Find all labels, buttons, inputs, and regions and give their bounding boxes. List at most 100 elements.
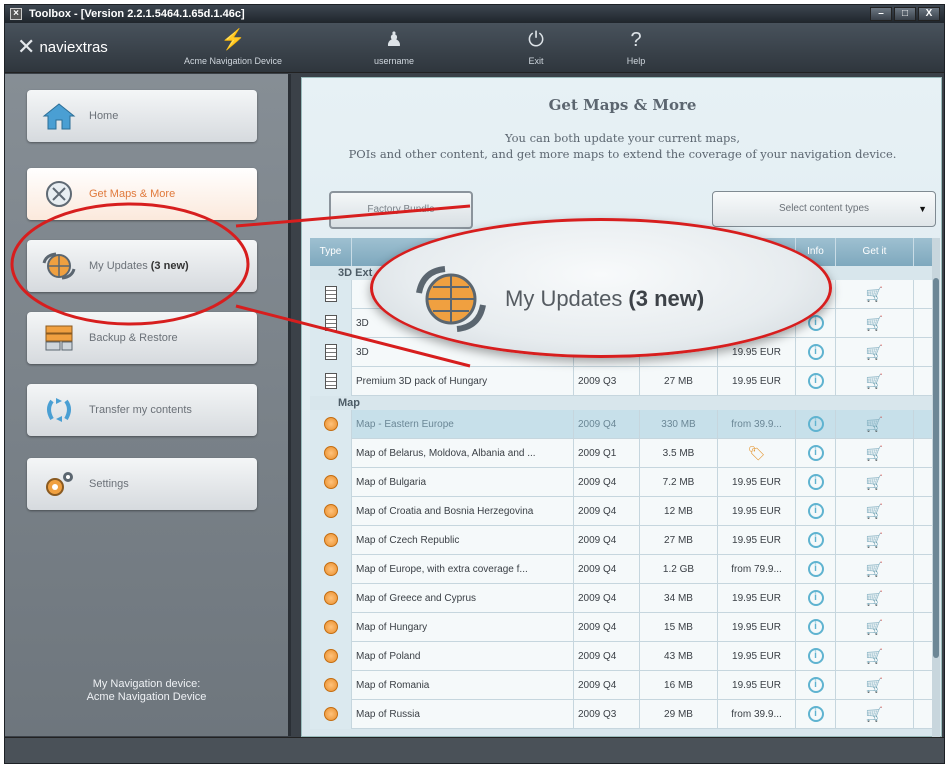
backup-icon	[37, 318, 81, 358]
cart-icon[interactable]: 🛒	[866, 280, 883, 309]
cart-icon[interactable]: 🛒	[866, 584, 883, 613]
row-version: 2009 Q4	[574, 467, 640, 497]
info-icon[interactable]: i	[807, 590, 824, 606]
table-row[interactable]: Map of Hungary 2009 Q4 15 MB 19.95 EUR i 🛒	[310, 612, 940, 642]
row-version: 2009 Q4	[574, 670, 640, 700]
table-row[interactable]: Map of Croatia and Bosnia Herzegovina 200…	[310, 496, 940, 526]
row-get-it[interactable]: 🛒	[836, 554, 914, 584]
row-get-it[interactable]: 🛒	[836, 699, 914, 729]
row-info[interactable]: i	[796, 337, 836, 367]
row-info[interactable]: i	[796, 409, 836, 439]
minimize-button[interactable]: –	[870, 7, 892, 21]
cart-icon[interactable]: 🛒	[866, 338, 883, 367]
row-size: 3.5 MB	[640, 438, 718, 468]
col-get-it[interactable]: Get it	[836, 238, 914, 266]
row-info[interactable]: i	[796, 438, 836, 468]
info-icon[interactable]: i	[807, 648, 824, 664]
table-row[interactable]: Map of Belarus, Moldova, Albania and ...…	[310, 438, 940, 468]
row-info[interactable]: i	[796, 525, 836, 555]
row-get-it[interactable]: 🛒	[836, 337, 914, 367]
row-info[interactable]: i	[796, 699, 836, 729]
row-info[interactable]: i	[796, 554, 836, 584]
cart-icon[interactable]: 🛒	[866, 468, 883, 497]
row-get-it[interactable]: 🛒	[836, 496, 914, 526]
info-icon[interactable]: i	[807, 677, 824, 693]
cart-icon[interactable]: 🛒	[866, 367, 883, 396]
user-button[interactable]: ♟ username	[359, 23, 429, 73]
info-icon[interactable]: i	[807, 344, 824, 360]
table-row[interactable]: Premium 3D pack of Hungary 2009 Q3 27 MB 19…	[310, 366, 940, 396]
cart-icon[interactable]: 🛒	[866, 526, 883, 555]
row-get-it[interactable]: 🛒	[836, 612, 914, 642]
table-row[interactable]: Map of Bulgaria 2009 Q4 7.2 MB 19.95 EUR i 🛒	[310, 467, 940, 497]
cart-icon[interactable]: 🛒	[866, 439, 883, 468]
device-status[interactable]: ⚡ Acme Navigation Device	[163, 23, 303, 73]
sidebar-item-get-maps[interactable]: Get Maps & More	[27, 168, 257, 220]
cart-icon[interactable]: 🛒	[866, 642, 883, 671]
cart-icon[interactable]: 🛒	[866, 497, 883, 526]
scrollbar-thumb[interactable]	[933, 278, 939, 658]
sidebar-item-home[interactable]: Home	[27, 90, 257, 142]
close-button[interactable]: X	[918, 7, 940, 21]
cart-icon[interactable]: 🛒	[866, 555, 883, 584]
info-icon[interactable]: i	[807, 619, 824, 635]
info-icon[interactable]: i	[807, 445, 824, 461]
row-info[interactable]: i	[796, 641, 836, 671]
cart-icon[interactable]: 🛒	[866, 613, 883, 642]
sidebar-item-my-updates[interactable]: My Updates (3 new)	[27, 240, 257, 292]
row-get-it[interactable]: 🛒	[836, 279, 914, 309]
table-scrollbar[interactable]	[932, 238, 940, 738]
sidebar-item-transfer[interactable]: Transfer my contents	[27, 384, 257, 436]
info-icon[interactable]: i	[807, 416, 824, 432]
table-row[interactable]: Map - Eastern Europe 2009 Q4 330 MB from 39…	[310, 409, 940, 439]
col-type[interactable]: Type	[310, 238, 352, 266]
maximize-button[interactable]: □	[894, 7, 916, 21]
row-info[interactable]: i	[796, 496, 836, 526]
row-get-it[interactable]: 🛒	[836, 525, 914, 555]
row-info[interactable]: i	[796, 583, 836, 613]
row-info[interactable]: i	[796, 467, 836, 497]
factory-bundle-button[interactable]: Factory Bundle	[329, 191, 473, 229]
info-icon[interactable]: i	[807, 561, 824, 577]
updates-globe-icon	[37, 246, 81, 286]
row-name: Map of Czech Republic	[352, 525, 574, 555]
cart-icon[interactable]: 🛒	[866, 410, 883, 439]
sidebar-item-label: Backup & Restore	[89, 332, 178, 344]
row-get-it[interactable]: 🛒	[836, 308, 914, 338]
exit-label: Exit	[528, 56, 544, 66]
row-info[interactable]: i	[796, 612, 836, 642]
table-row[interactable]: Map of Greece and Cyprus 2009 Q4 34 MB 19.9…	[310, 583, 940, 613]
exit-button[interactable]: ⏻ Exit	[501, 23, 571, 73]
row-get-it[interactable]: 🛒	[836, 438, 914, 468]
table-row[interactable]: Map of Poland 2009 Q4 43 MB 19.95 EUR i 🛒	[310, 641, 940, 671]
info-icon[interactable]: i	[807, 474, 824, 490]
row-get-it[interactable]: 🛒	[836, 641, 914, 671]
row-get-it[interactable]: 🛒	[836, 583, 914, 613]
cart-icon[interactable]: 🛒	[866, 309, 883, 338]
table-row[interactable]: Map of Russia 2009 Q3 29 MB from 39.9... i 🛒	[310, 699, 940, 729]
sidebar-item-settings[interactable]: Settings	[27, 458, 257, 510]
row-info[interactable]: i	[796, 670, 836, 700]
table-row[interactable]: Map of Europe, with extra coverage f... 2…	[310, 554, 940, 584]
sidebar-item-backup[interactable]: Backup & Restore	[27, 312, 257, 364]
row-price: from 39.9...	[718, 699, 796, 729]
row-type	[310, 409, 352, 439]
content-type-select[interactable]: Select content types ▼	[712, 191, 936, 227]
row-get-it[interactable]: 🛒	[836, 409, 914, 439]
info-icon[interactable]: i	[807, 706, 824, 722]
row-get-it[interactable]: 🛒	[836, 366, 914, 396]
table-row[interactable]: Map of Czech Republic 2009 Q4 27 MB 19.95 E…	[310, 525, 940, 555]
row-type	[310, 438, 352, 468]
info-icon[interactable]: i	[807, 373, 824, 389]
row-get-it[interactable]: 🛒	[836, 670, 914, 700]
info-icon[interactable]: i	[807, 503, 824, 519]
row-version: 2009 Q4	[574, 409, 640, 439]
row-info[interactable]: i	[796, 366, 836, 396]
help-button[interactable]: ? Help	[601, 23, 671, 73]
cart-icon[interactable]: 🛒	[866, 671, 883, 700]
table-row[interactable]: Map of Romania 2009 Q4 16 MB 19.95 EUR i 🛒	[310, 670, 940, 700]
cart-icon[interactable]: 🛒	[866, 700, 883, 729]
info-icon[interactable]: i	[807, 532, 824, 548]
row-get-it[interactable]: 🛒	[836, 467, 914, 497]
row-price: 19.95 EUR	[718, 366, 796, 396]
